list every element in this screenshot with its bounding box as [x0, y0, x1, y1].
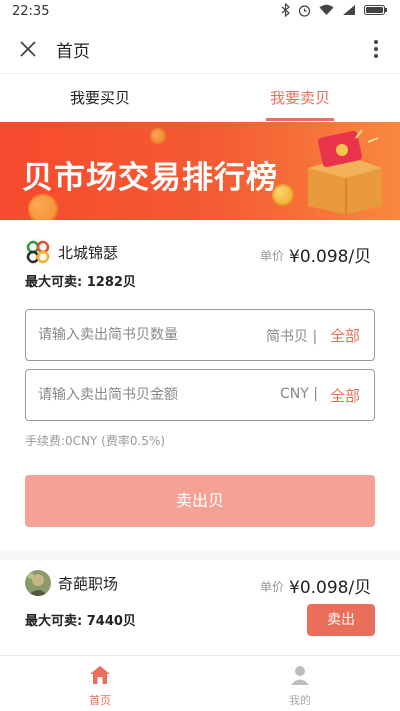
user-icon	[291, 666, 309, 685]
bottom-tab-mine[interactable]: 我的	[200, 656, 400, 711]
sell-shells-button[interactable]: 卖出贝	[25, 475, 375, 527]
tab-sell[interactable]: 我要卖贝	[200, 74, 400, 122]
price-value: ¥0.098/贝	[289, 247, 372, 267]
sell-button[interactable]: 卖出	[307, 604, 375, 636]
status-bar: 22:35	[0, 0, 400, 24]
wifi-icon	[319, 4, 334, 15]
fee-text: 手续费:0CNY (费率0.5%)	[25, 434, 166, 448]
more-options-icon[interactable]	[368, 38, 384, 60]
ranking-banner[interactable]: 贝市场交易排行榜	[0, 122, 400, 220]
price-value: ¥0.098/贝	[289, 578, 372, 598]
gift-box-icon	[308, 129, 382, 214]
amount-unit: 简书贝 |	[266, 329, 318, 345]
seller-name: 北城锦瑟	[58, 244, 119, 262]
bluetooth-icon	[281, 3, 290, 17]
nav-bar: 首页	[0, 24, 400, 74]
listing-card: 北城锦瑟 单价 ¥0.098/贝 最大可卖: 1282贝 简书贝 | 全部 CN…	[0, 220, 400, 550]
bottom-tab-label: 我的	[289, 694, 311, 707]
alarm-icon	[298, 4, 311, 17]
avatar	[25, 570, 51, 596]
divider	[0, 550, 400, 560]
bottom-nav: 首页 我的	[0, 655, 400, 711]
price-label: 单价	[260, 580, 285, 594]
trade-tabs: 我要买贝 我要卖贝	[0, 74, 400, 122]
amount-all-button[interactable]: 全部	[330, 325, 360, 346]
cny-unit: CNY |	[280, 386, 318, 402]
cny-input-box: CNY | 全部	[25, 369, 375, 421]
bottom-tab-label: 首页	[89, 694, 111, 707]
cny-input[interactable]	[38, 370, 258, 420]
max-sell-label: 最大可卖: 7440贝	[25, 614, 136, 629]
status-time: 22:35	[12, 4, 50, 19]
coin-decoration	[150, 128, 166, 144]
seller-name: 奇葩职场	[58, 575, 119, 593]
page-title: 首页	[56, 42, 90, 62]
close-icon[interactable]	[17, 38, 39, 60]
amount-input-box: 简书贝 | 全部	[25, 309, 375, 361]
coin-decoration	[28, 194, 58, 220]
signal-icon	[343, 5, 355, 15]
status-icons	[281, 3, 388, 17]
active-tab-indicator	[266, 118, 334, 121]
home-icon	[90, 666, 110, 684]
banner-title: 贝市场交易排行榜	[22, 160, 278, 196]
price-label: 单价	[260, 249, 285, 263]
avatar	[25, 239, 51, 265]
listing-card: 奇葩职场 单价 ¥0.098/贝 最大可卖: 7440贝 卖出	[0, 560, 400, 655]
tab-buy[interactable]: 我要买贝	[0, 74, 200, 122]
cny-all-button[interactable]: 全部	[330, 385, 360, 406]
max-sell-label: 最大可卖: 1282贝	[25, 275, 136, 290]
amount-input[interactable]	[38, 310, 258, 360]
bottom-tab-home[interactable]: 首页	[0, 656, 200, 711]
battery-icon	[364, 5, 387, 15]
